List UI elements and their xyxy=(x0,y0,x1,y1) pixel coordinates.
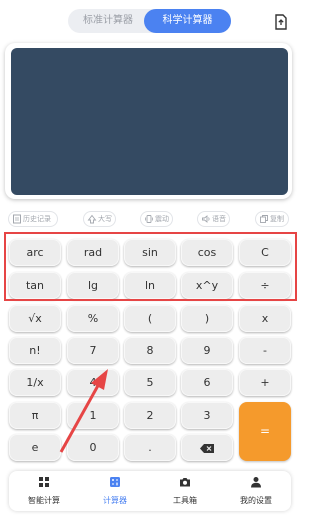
nav-item-settings[interactable]: 我的设置 xyxy=(221,471,291,511)
grid-icon xyxy=(39,477,49,487)
nav-item-smart-calc[interactable]: 智能计算 xyxy=(9,471,79,511)
nav-item-toolbox[interactable]: 工具箱 xyxy=(150,471,220,511)
key-7[interactable]: 7 xyxy=(67,337,119,364)
key-8[interactable]: 8 xyxy=(124,337,176,364)
key-lg[interactable]: lg xyxy=(67,272,119,299)
key-plus[interactable]: + xyxy=(239,369,291,396)
key-tan[interactable]: tan xyxy=(9,272,61,299)
key-cos[interactable]: cos xyxy=(181,239,233,266)
key-percent[interactable]: % xyxy=(67,305,119,332)
nav-label-smart-calc: 智能计算 xyxy=(28,496,60,505)
key-rad[interactable]: rad xyxy=(67,239,119,266)
bottom-nav: 智能计算 计算器 工具箱 我的设置 xyxy=(9,471,291,511)
key-e[interactable]: e xyxy=(9,434,61,461)
nav-label-settings: 我的设置 xyxy=(240,496,272,505)
key-reciprocal[interactable]: 1/x xyxy=(9,369,61,396)
key-2[interactable]: 2 xyxy=(124,402,176,429)
key-sqrt[interactable]: √x xyxy=(9,305,61,332)
calculator-icon xyxy=(110,477,120,487)
key-3[interactable]: 3 xyxy=(181,402,233,429)
key-factorial[interactable]: n! xyxy=(9,337,61,364)
key-backspace[interactable] xyxy=(181,434,233,461)
nav-label-calculator: 计算器 xyxy=(103,496,127,505)
key-1[interactable]: 1 xyxy=(67,402,119,429)
key-divide[interactable]: ÷ xyxy=(239,272,291,299)
key-multiply[interactable]: x xyxy=(239,305,291,332)
key-decimal[interactable]: . xyxy=(124,434,176,461)
key-6[interactable]: 6 xyxy=(181,369,233,396)
key-sin[interactable]: sin xyxy=(124,239,176,266)
key-5[interactable]: 5 xyxy=(124,369,176,396)
key-power[interactable]: x^y xyxy=(181,272,233,299)
key-pi[interactable]: π xyxy=(9,402,61,429)
key-4[interactable]: 4 xyxy=(67,369,119,396)
key-minus[interactable]: - xyxy=(239,337,291,364)
key-equals[interactable]: = xyxy=(239,402,291,461)
nav-item-calculator[interactable]: 计算器 xyxy=(80,471,150,511)
key-9[interactable]: 9 xyxy=(181,337,233,364)
key-close-paren[interactable]: ) xyxy=(181,305,233,332)
camera-icon xyxy=(180,478,190,487)
user-icon xyxy=(251,477,261,488)
keypad: arc rad sin cos C tan lg ln x^y ÷ √x % (… xyxy=(0,0,300,519)
key-0[interactable]: 0 xyxy=(67,434,119,461)
backspace-icon xyxy=(200,443,214,453)
key-clear[interactable]: C xyxy=(239,239,291,266)
nav-label-toolbox: 工具箱 xyxy=(173,496,197,505)
key-open-paren[interactable]: ( xyxy=(124,305,176,332)
key-ln[interactable]: ln xyxy=(124,272,176,299)
key-arc[interactable]: arc xyxy=(9,239,61,266)
